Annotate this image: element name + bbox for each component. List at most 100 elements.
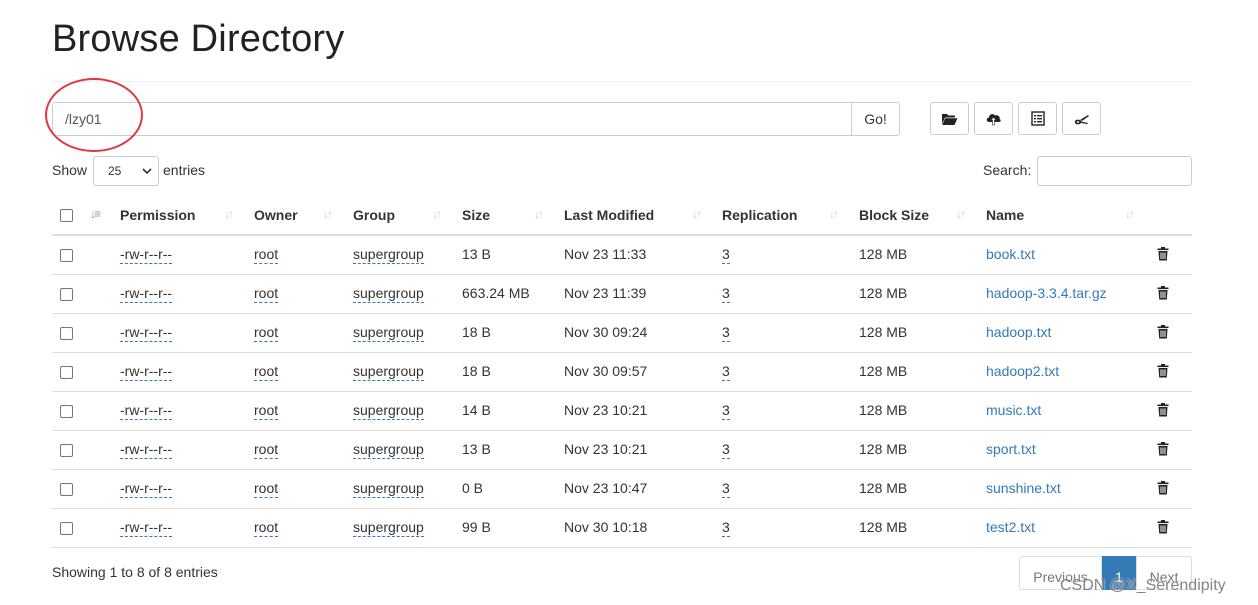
- group-cell[interactable]: supergroup: [353, 519, 424, 537]
- file-name-link[interactable]: music.txt: [986, 402, 1041, 418]
- permission-cell[interactable]: -rw-r--r--: [120, 324, 173, 342]
- permission-cell[interactable]: -rw-r--r--: [120, 480, 173, 498]
- row-checkbox[interactable]: [60, 327, 73, 340]
- column-header-permission[interactable]: Permission: [120, 207, 195, 223]
- column-header-block-size[interactable]: Block Size: [859, 207, 929, 223]
- row-checkbox[interactable]: [60, 288, 73, 301]
- sort-icon[interactable]: ↓↑: [1125, 207, 1135, 221]
- table-row: -rw-r--r-- root supergroup 13 B Nov 23 10:21…: [52, 431, 1192, 470]
- list-alt-icon: [1030, 111, 1045, 126]
- group-cell[interactable]: supergroup: [353, 246, 424, 264]
- group-cell[interactable]: supergroup: [353, 441, 424, 459]
- column-header-owner[interactable]: Owner: [254, 207, 298, 223]
- trash-icon: [1157, 364, 1169, 378]
- file-name-link[interactable]: sport.txt: [986, 441, 1036, 457]
- permission-cell[interactable]: -rw-r--r--: [120, 285, 173, 303]
- delete-button[interactable]: [1157, 325, 1169, 342]
- row-checkbox[interactable]: [60, 249, 73, 262]
- file-name-link[interactable]: test2.txt: [986, 519, 1035, 535]
- owner-cell[interactable]: root: [254, 441, 279, 459]
- replication-cell[interactable]: 3: [722, 402, 730, 420]
- owner-cell[interactable]: root: [254, 246, 279, 264]
- row-checkbox[interactable]: [60, 444, 73, 457]
- file-name-link[interactable]: hadoop.txt: [986, 324, 1051, 340]
- upload-button[interactable]: [974, 102, 1013, 135]
- go-button[interactable]: Go!: [851, 102, 900, 136]
- group-cell[interactable]: supergroup: [353, 285, 424, 303]
- group-cell[interactable]: supergroup: [353, 363, 424, 381]
- delete-button[interactable]: [1157, 481, 1169, 498]
- size-cell: 0 B: [462, 480, 484, 496]
- file-name-link[interactable]: sunshine.txt: [986, 480, 1061, 496]
- file-name-link[interactable]: hadoop2.txt: [986, 363, 1059, 379]
- owner-cell[interactable]: root: [254, 363, 279, 381]
- sort-icon[interactable]: ↓↑: [224, 207, 234, 221]
- row-checkbox[interactable]: [60, 405, 73, 418]
- delete-button[interactable]: [1157, 286, 1169, 303]
- delete-button[interactable]: [1157, 247, 1169, 264]
- trash-icon: [1157, 481, 1169, 495]
- column-header-replication[interactable]: Replication: [722, 207, 797, 223]
- permission-cell[interactable]: -rw-r--r--: [120, 402, 173, 420]
- table-row: -rw-r--r-- root supergroup 18 B Nov 30 09:57…: [52, 353, 1192, 392]
- permission-cell[interactable]: -rw-r--r--: [120, 363, 173, 381]
- permission-cell[interactable]: -rw-r--r--: [120, 519, 173, 537]
- owner-cell[interactable]: root: [254, 402, 279, 420]
- sort-icon[interactable]: ↓↑: [956, 207, 966, 221]
- trash-icon: [1157, 403, 1169, 417]
- owner-cell[interactable]: root: [254, 519, 279, 537]
- delete-button[interactable]: [1157, 403, 1169, 420]
- group-cell[interactable]: supergroup: [353, 480, 424, 498]
- path-input[interactable]: [52, 102, 851, 136]
- list-button[interactable]: [1018, 102, 1057, 135]
- sort-icon[interactable]: ↓↑: [692, 207, 702, 221]
- trash-icon: [1157, 247, 1169, 261]
- block-size-cell: 128 MB: [859, 519, 908, 535]
- sort-icon[interactable]: ↓↑: [432, 207, 442, 221]
- sort-icon[interactable]: ↓↑: [829, 207, 839, 221]
- column-header-size[interactable]: Size: [462, 207, 490, 223]
- sort-icon[interactable]: ↓↑: [534, 207, 544, 221]
- column-header-name[interactable]: Name: [986, 207, 1024, 223]
- delete-button[interactable]: [1157, 442, 1169, 459]
- replication-cell[interactable]: 3: [722, 441, 730, 459]
- replication-cell[interactable]: 3: [722, 285, 730, 303]
- sort-icon[interactable]: ↓↑: [323, 207, 333, 221]
- replication-cell[interactable]: 3: [722, 363, 730, 381]
- delete-button[interactable]: [1157, 364, 1169, 381]
- replication-cell[interactable]: 3: [722, 480, 730, 498]
- search-input[interactable]: [1037, 156, 1192, 186]
- delete-button[interactable]: [1157, 520, 1169, 537]
- replication-cell[interactable]: 3: [722, 324, 730, 342]
- group-cell[interactable]: supergroup: [353, 402, 424, 420]
- modified-cell: Nov 23 10:21: [564, 402, 648, 418]
- chevron-down-icon: [142, 167, 152, 174]
- block-size-cell: 128 MB: [859, 441, 908, 457]
- block-size-cell: 128 MB: [859, 480, 908, 496]
- size-cell: 13 B: [462, 246, 491, 262]
- sort-icon[interactable]: ↓≡: [90, 207, 101, 221]
- file-name-link[interactable]: book.txt: [986, 246, 1035, 262]
- file-table: ↓≡ Permission ↓↑ Owner ↓↑ Group ↓↑ Size …: [52, 196, 1192, 548]
- create-directory-button[interactable]: [930, 102, 969, 135]
- size-cell: 663.24 MB: [462, 285, 530, 301]
- cut-button[interactable]: [1062, 102, 1101, 135]
- owner-cell[interactable]: root: [254, 480, 279, 498]
- row-checkbox[interactable]: [60, 522, 73, 535]
- table-info: Showing 1 to 8 of 8 entries: [52, 564, 218, 580]
- entries-per-page-select[interactable]: 25: [93, 156, 159, 186]
- row-checkbox[interactable]: [60, 366, 73, 379]
- select-all-checkbox[interactable]: [60, 209, 73, 222]
- column-header-group[interactable]: Group: [353, 207, 395, 223]
- row-checkbox[interactable]: [60, 483, 73, 496]
- replication-cell[interactable]: 3: [722, 519, 730, 537]
- column-header-last-modified[interactable]: Last Modified: [564, 207, 654, 223]
- file-name-link[interactable]: hadoop-3.3.4.tar.gz: [986, 285, 1107, 301]
- group-cell[interactable]: supergroup: [353, 324, 424, 342]
- owner-cell[interactable]: root: [254, 324, 279, 342]
- replication-cell[interactable]: 3: [722, 246, 730, 264]
- permission-cell[interactable]: -rw-r--r--: [120, 441, 173, 459]
- owner-cell[interactable]: root: [254, 285, 279, 303]
- permission-cell[interactable]: -rw-r--r--: [120, 246, 173, 264]
- table-row: -rw-r--r-- root supergroup 14 B Nov 23 10:21…: [52, 392, 1192, 431]
